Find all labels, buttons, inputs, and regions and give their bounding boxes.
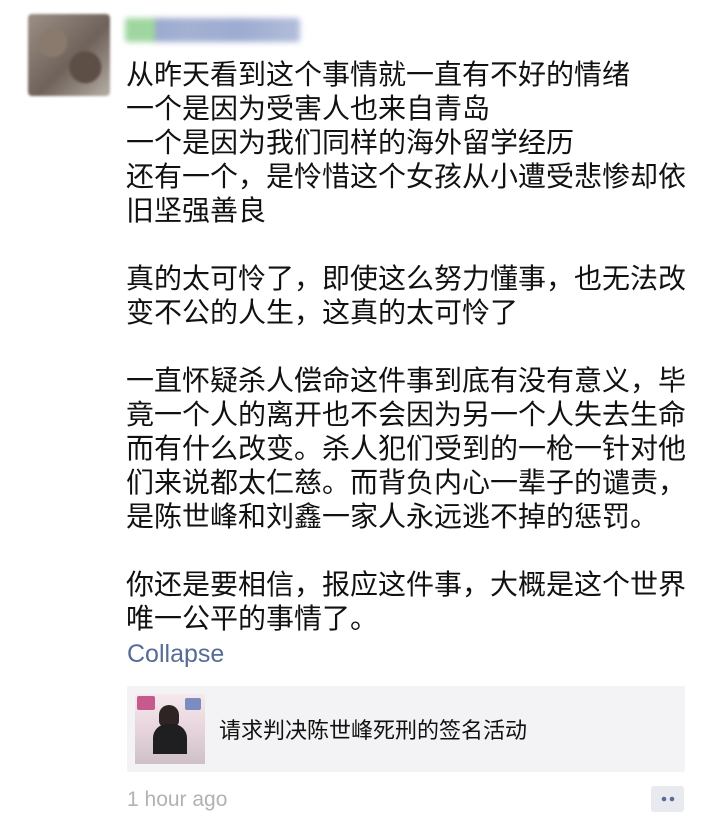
post-time: 1 hour ago [127, 788, 228, 811]
comment-icon[interactable] [651, 786, 684, 812]
thumbnail-person-body [153, 724, 187, 754]
thumbnail-sign-shape-2 [185, 698, 201, 710]
link-thumbnail [135, 694, 205, 764]
shared-link-card[interactable]: 请求判决陈世峰死刑的签名活动 [127, 686, 685, 772]
link-card-title: 请求判决陈世峰死刑的签名活动 [219, 719, 528, 744]
author-name[interactable] [125, 18, 300, 42]
post-text: 从昨天看到这个事情就一直有不好的情绪 一个是因为受害人也来自青岛 一个是因为我们… [126, 58, 687, 635]
avatar[interactable] [28, 14, 110, 96]
collapse-link[interactable]: Collapse [127, 640, 224, 669]
comment-icon-glyph [661, 796, 674, 802]
thumbnail-sign-shape [137, 696, 155, 710]
